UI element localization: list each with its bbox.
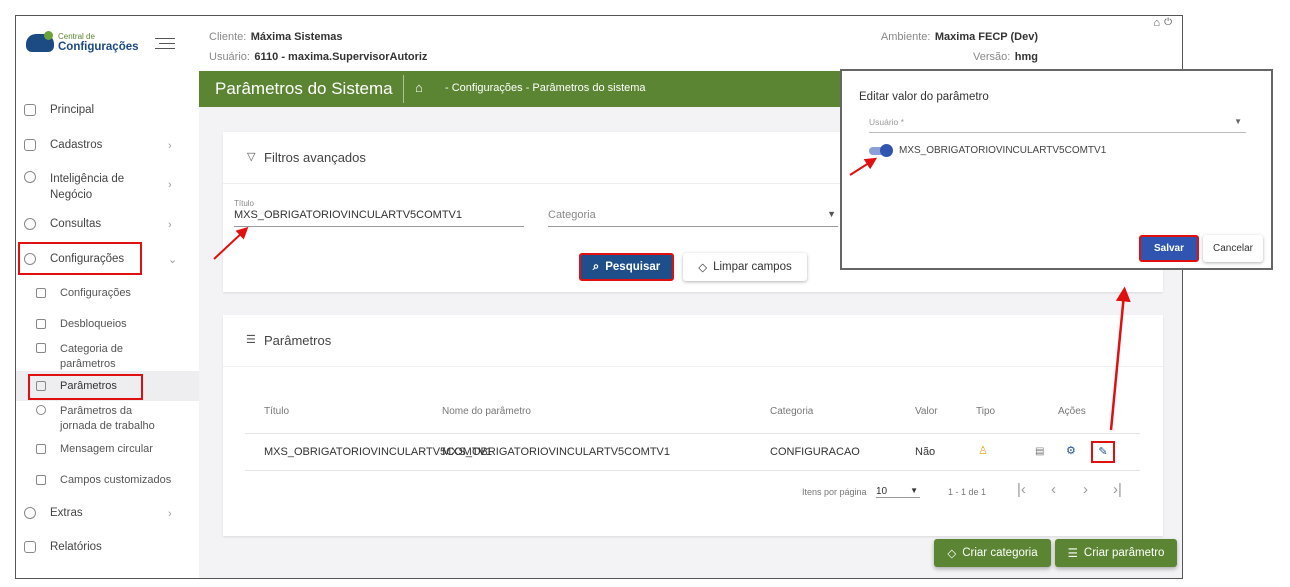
arrow-to-save xyxy=(1109,286,1131,431)
arrow-to-title xyxy=(213,226,249,260)
annotation-arrows xyxy=(213,157,1131,431)
arrow-to-toggle xyxy=(849,157,878,176)
